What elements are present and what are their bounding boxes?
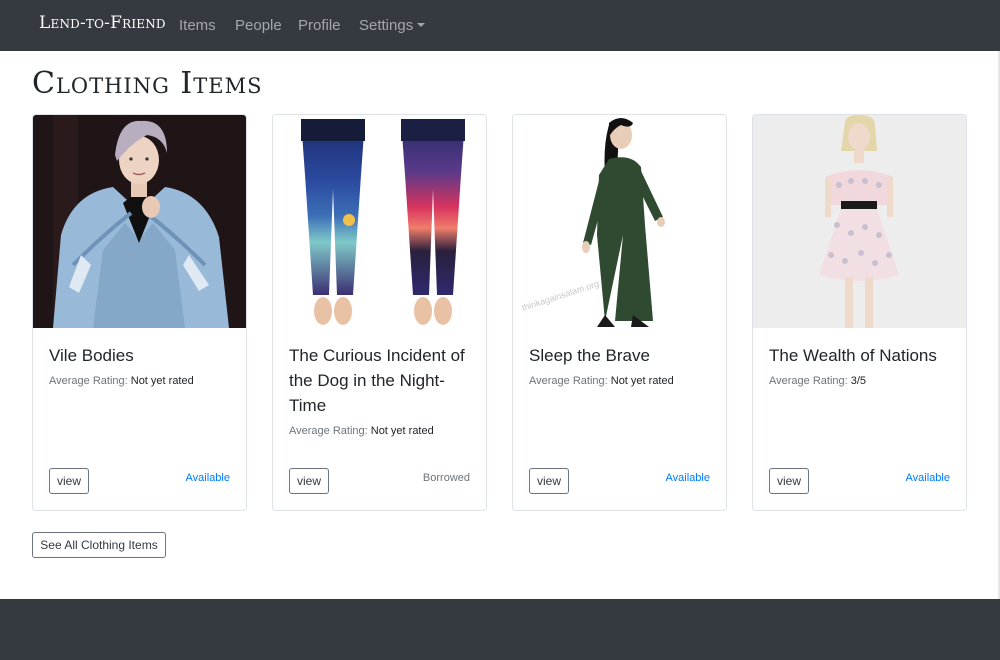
status-badge: Available — [185, 472, 230, 484]
leggings-photo-icon — [273, 115, 486, 328]
status-badge: Available — [665, 472, 710, 484]
item-title[interactable]: The Wealth of Nations — [769, 343, 949, 368]
page-title: Clothing Items — [32, 66, 263, 101]
view-button[interactable]: view — [289, 468, 329, 494]
rating-text: Average Rating: Not yet rated — [49, 375, 194, 387]
view-button[interactable]: view — [529, 468, 569, 494]
rating-label: Average Rating: — [49, 375, 128, 387]
rating-text: Average Rating: Not yet rated — [529, 375, 674, 387]
person-denim-jacket-photo-icon — [33, 115, 246, 328]
item-card: thinkagainsalam.org Sleep the Brave Aver… — [512, 114, 727, 511]
see-all-clothing-button[interactable]: See All Clothing Items — [32, 532, 166, 558]
rating-label: Average Rating: — [529, 375, 608, 387]
nav-item-profile[interactable]: Profile — [298, 17, 341, 34]
item-image — [753, 115, 966, 328]
item-image — [273, 115, 486, 328]
view-button[interactable]: view — [49, 468, 89, 494]
item-title[interactable]: The Curious Incident of the Dog in the N… — [289, 343, 469, 418]
status-badge: Available — [905, 472, 950, 484]
lace-dress-photo-icon — [753, 115, 966, 328]
rating-label: Average Rating: — [769, 375, 848, 387]
item-title[interactable]: Sleep the Brave — [529, 343, 709, 368]
brand-link[interactable]: Lend-to-Friend — [39, 13, 166, 33]
item-card: Vile Bodies Average Rating: Not yet rate… — [32, 114, 247, 511]
rating-value: Not yet rated — [610, 375, 674, 387]
rating-label: Average Rating: — [289, 425, 368, 437]
rating-text: Average Rating: Not yet rated — [289, 425, 434, 437]
item-image — [33, 115, 246, 328]
rating-value: Not yet rated — [130, 375, 194, 387]
item-card: The Curious Incident of the Dog in the N… — [272, 114, 487, 511]
nav-item-settings-label: Settings — [359, 17, 414, 34]
nav-item-items[interactable]: Items — [179, 17, 216, 34]
rating-text: Average Rating: 3/5 — [769, 375, 866, 387]
chevron-down-icon — [417, 23, 426, 27]
status-badge: Borrowed — [422, 472, 470, 484]
nav-item-settings-dropdown[interactable]: Settings — [359, 17, 426, 34]
item-card: The Wealth of Nations Average Rating: 3/… — [752, 114, 967, 511]
page-footer — [0, 599, 1000, 660]
rating-value: 3/5 — [850, 375, 867, 387]
green-dress-photo-icon: thinkagainsalam.org — [513, 115, 726, 328]
rating-value: Not yet rated — [370, 425, 434, 437]
item-image: thinkagainsalam.org — [513, 115, 726, 328]
nav-item-people[interactable]: People — [235, 17, 282, 34]
top-navbar: Lend-to-Friend Items People Profile Sett… — [0, 0, 1000, 51]
view-button[interactable]: view — [769, 468, 809, 494]
item-title[interactable]: Vile Bodies — [49, 343, 229, 368]
